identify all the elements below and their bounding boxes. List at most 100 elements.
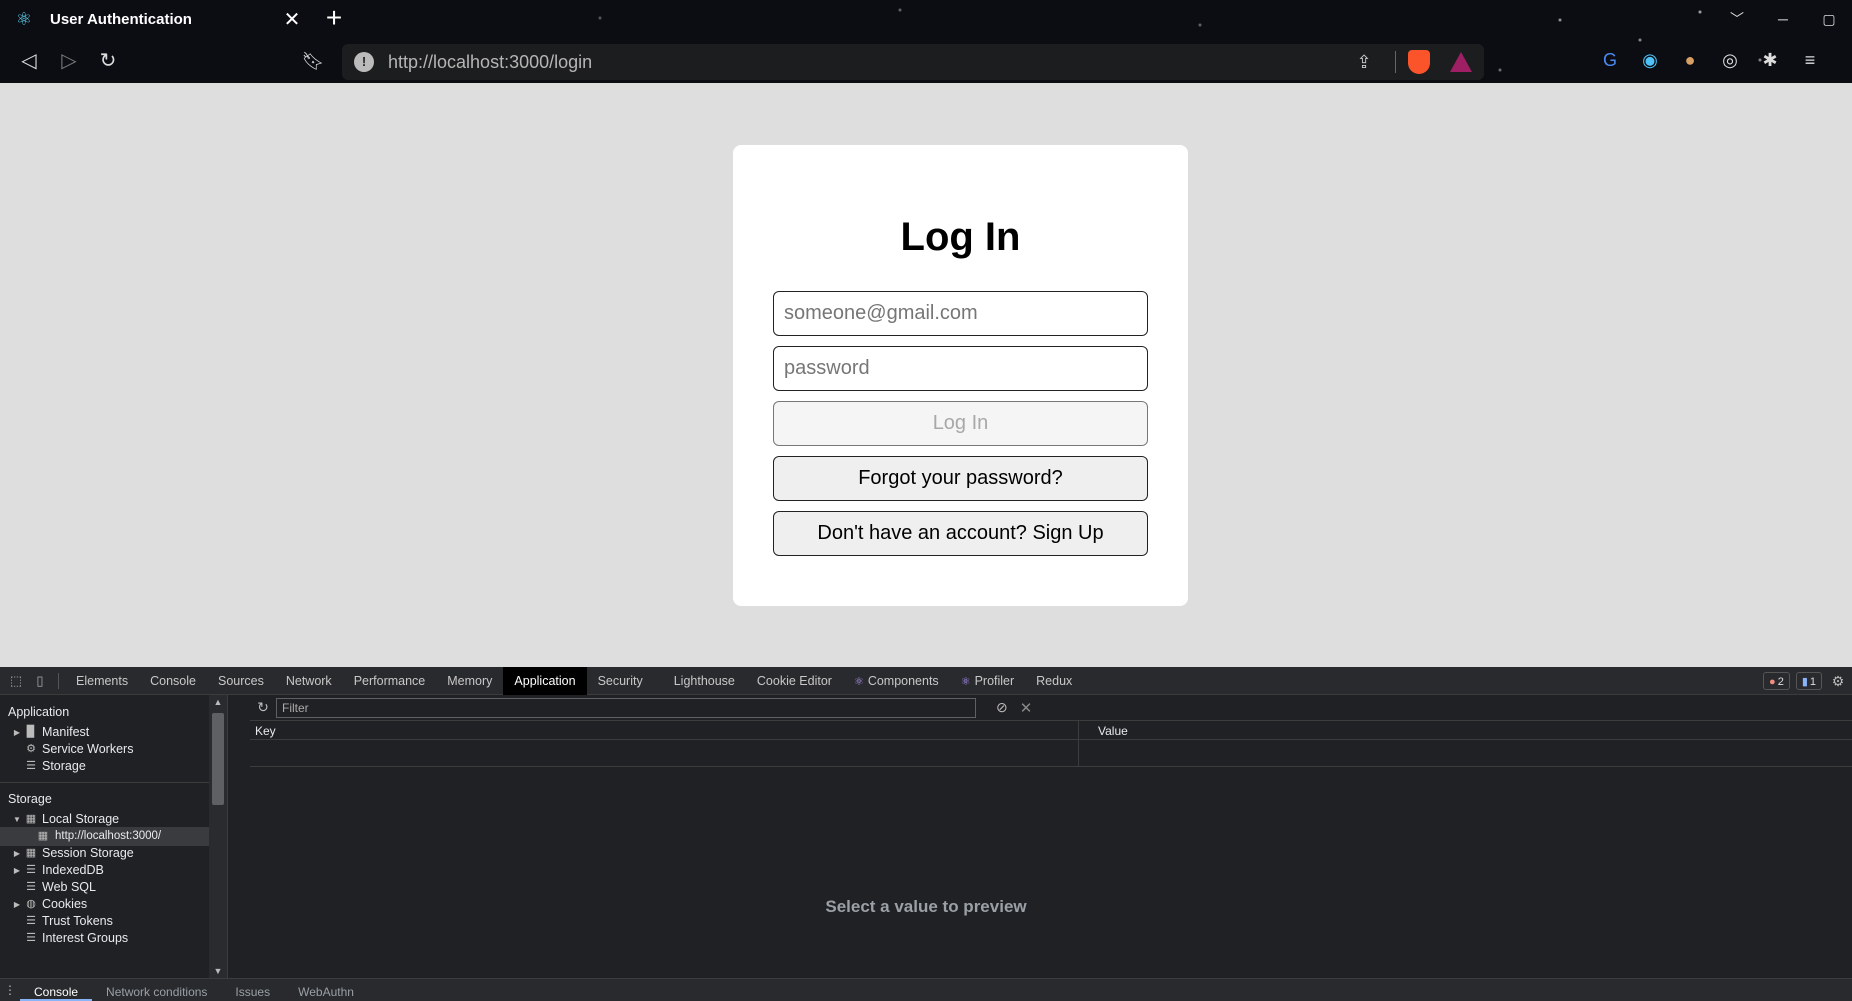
drawer-tab-issues[interactable]: Issues (221, 979, 284, 999)
signup-button[interactable]: Don't have an account? Sign Up (773, 511, 1148, 556)
back-icon[interactable]: ◁ (14, 46, 44, 76)
brave-shields-icon[interactable] (1408, 50, 1430, 74)
sidebar-header-application: Application (8, 705, 70, 719)
address-bar-divider (1395, 51, 1396, 73)
tab-lighthouse[interactable]: Lighthouse (654, 667, 746, 695)
forgot-password-button[interactable]: Forgot your password? (773, 456, 1148, 501)
password-field[interactable] (773, 346, 1148, 391)
login-title: Log In (900, 215, 1021, 259)
tabbar-divider (58, 672, 59, 689)
tab-redux[interactable]: Redux (1025, 667, 1083, 695)
tab-security[interactable]: Security (587, 667, 654, 695)
tab-profiler-label: Profiler (974, 673, 1015, 688)
tab-application[interactable]: Application (503, 666, 587, 695)
address-bar[interactable]: ! http://localhost:3000/login ⇪ (342, 44, 1484, 80)
storage-table-header: Key Value (250, 721, 1852, 740)
bookmark-icon[interactable]: 🔖︎ (298, 46, 328, 76)
browser-chrome: ⚛ User Authentication ✕ + ﹀ ─ ▢ ◁ ▷ ↻ 🔖︎… (0, 0, 1852, 83)
sidebar-item-interest-groups[interactable]: ☰ Interest Groups (0, 929, 210, 948)
drawer-tab-webauthn[interactable]: WebAuthn (284, 979, 368, 999)
tab-components-label: Components (867, 673, 939, 688)
url-text[interactable]: http://localhost:3000/login (388, 52, 1351, 73)
tab-sources[interactable]: Sources (207, 667, 275, 695)
google-translate-icon[interactable]: G (1596, 46, 1624, 74)
sidebar-header-storage: Storage (8, 792, 52, 806)
error-icon: ● (1769, 676, 1776, 688)
react-devtools-icon: ⚛ (853, 675, 864, 688)
react-devtools-icon: ⚛ (960, 675, 971, 688)
reload-icon[interactable]: ↻ (93, 46, 123, 76)
puzzle-icon[interactable]: ✱ (1756, 46, 1784, 74)
message-count: 1 (1809, 676, 1816, 688)
local-storage-pane: ↻ ⊘ ✕ Key Value Select a value to previe… (250, 695, 1852, 978)
clear-all-icon[interactable]: ⊘ (996, 699, 1008, 716)
tab-elements[interactable]: Elements (65, 667, 139, 695)
devtools-panel: ⬚ ▯ Elements Console Sources Network Per… (0, 666, 1852, 1001)
minimize-icon[interactable]: ─ (1760, 0, 1806, 38)
tab-cookie-editor[interactable]: Cookie Editor (746, 667, 843, 695)
devtools-status: ● 2 ▮ 1 ⚙ (1763, 667, 1852, 695)
application-sidebar: Application ▶ ▉ Manifest ⚙ Service Worke… (0, 695, 228, 978)
tab-profiler[interactable]: ⚛ Profiler (950, 667, 1025, 695)
scrollbar-thumb[interactable] (212, 713, 224, 805)
login-card: Log In Log In Forgot your password? Don'… (733, 145, 1188, 606)
email-field[interactable] (773, 291, 1148, 336)
sidebar-item-storage[interactable]: ☰ Storage (0, 757, 210, 776)
column-divider (1078, 740, 1079, 766)
cookie-icon[interactable]: ● (1676, 46, 1704, 74)
tab-performance[interactable]: Performance (343, 667, 437, 695)
database-icon: ☰ (26, 760, 36, 772)
refresh-icon[interactable]: ↻ (250, 699, 276, 716)
devtools-tabbar: ⬚ ▯ Elements Console Sources Network Per… (0, 666, 1852, 695)
sidebar-divider (0, 782, 210, 783)
login-button[interactable]: Log In (773, 401, 1148, 446)
brave-rewards-icon[interactable] (1450, 52, 1472, 72)
sidebar-item-label: Interest Groups (42, 931, 129, 945)
storage-toolbar: ↻ ⊘ ✕ (250, 695, 1852, 721)
message-icon: ▮ (1801, 676, 1808, 688)
target-icon[interactable]: ◎ (1716, 46, 1744, 74)
drawer-tab-console[interactable]: Console (20, 979, 93, 1001)
key-column-header[interactable]: Key (255, 724, 276, 738)
new-tab-button[interactable]: + (320, 4, 348, 32)
scroll-up-icon[interactable]: ▲ (209, 697, 227, 707)
preview-placeholder: Select a value to preview (825, 897, 1027, 916)
table-row[interactable] (250, 740, 1852, 767)
message-badge[interactable]: ▮ 1 (1795, 672, 1822, 690)
error-count: 2 (1777, 676, 1784, 688)
tab-console[interactable]: Console (139, 667, 207, 695)
drawer-tab-network-conditions[interactable]: Network conditions (92, 979, 221, 999)
scroll-down-icon[interactable]: ▼ (209, 966, 227, 976)
browser-toolbar: ◁ ▷ ↻ 🔖︎ ! http://localhost:3000/login ⇪… (0, 40, 1852, 82)
devtools-drawer: ⋮ Console Network conditions Issues WebA… (0, 978, 1852, 1001)
sidebar-scrollbar[interactable]: ▲ ▼ (209, 695, 227, 978)
restore-icon[interactable]: ▢ (1806, 0, 1852, 38)
extensions-bar: G ◉ ● ◎ ✱ ≡ (1596, 46, 1824, 74)
share-icon[interactable]: ⇪ (1351, 52, 1377, 73)
value-column-header[interactable]: Value (1098, 724, 1128, 738)
forward-icon[interactable]: ▷ (54, 46, 84, 76)
database-icon: ☰ (26, 932, 36, 944)
filter-input[interactable] (276, 697, 976, 718)
react-icon: ⚛ (15, 9, 33, 29)
tab-memory[interactable]: Memory (436, 667, 503, 695)
tab-search-icon[interactable]: ﹀ (1714, 0, 1760, 38)
browser-tab[interactable]: ⚛ User Authentication ✕ (0, 0, 310, 38)
gear-icon[interactable]: ⚙ (1828, 673, 1848, 690)
device-toolbar-icon[interactable]: ▯ (28, 667, 52, 695)
delete-icon[interactable]: ✕ (1020, 699, 1033, 717)
window-controls: ﹀ ─ ▢ (1714, 0, 1852, 38)
page-viewport: Log In Log In Forgot your password? Don'… (0, 83, 1852, 667)
playlist-icon[interactable]: ≡ (1796, 46, 1824, 74)
info-icon[interactable]: ! (354, 52, 374, 72)
tab-close-icon[interactable]: ✕ (282, 7, 302, 32)
inspect-element-icon[interactable]: ⬚ (4, 667, 28, 695)
camera-icon[interactable]: ◉ (1636, 46, 1664, 74)
column-divider[interactable] (1078, 721, 1079, 739)
tab-components[interactable]: ⚛ Components (843, 667, 950, 695)
tab-title: User Authentication (50, 10, 192, 28)
sidebar-item-label: Storage (42, 759, 86, 773)
error-badge[interactable]: ● 2 (1763, 672, 1790, 690)
tab-network[interactable]: Network (275, 667, 343, 695)
more-options-icon[interactable]: ⋮ (0, 979, 20, 997)
